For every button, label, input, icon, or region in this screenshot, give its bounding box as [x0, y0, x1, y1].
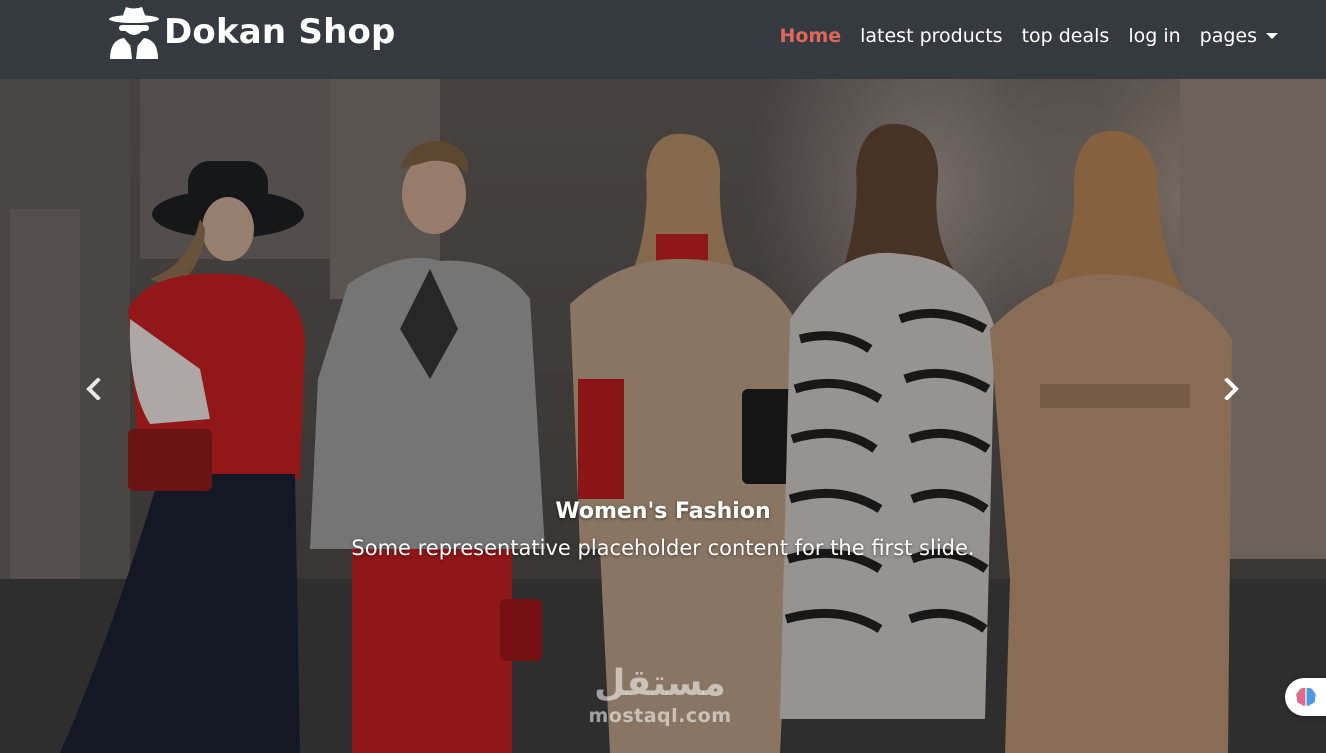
nav-home[interactable]: Home [779, 25, 841, 47]
brain-icon [1296, 687, 1316, 706]
hero-dim-overlay [0, 79, 1326, 753]
brand-link[interactable]: Dokan Shop [108, 4, 396, 60]
chevron-left-icon [86, 378, 101, 400]
slide-title: Women's Fashion [555, 499, 771, 524]
top-navbar: Dokan Shop Home latest products top deal… [0, 0, 1326, 79]
nav-pages-label: pages [1199, 25, 1257, 47]
chevron-right-icon [1224, 378, 1239, 400]
caret-down-icon [1266, 33, 1278, 39]
chat-widget-button[interactable] [1285, 678, 1326, 716]
slide-description: Some representative placeholder content … [351, 536, 975, 560]
hero-carousel: Women's Fashion Some representative plac… [0, 79, 1326, 753]
main-nav: Home latest products top deals log in pa… [779, 22, 1278, 50]
watermark-arabic: مستقل [594, 663, 726, 704]
nav-pages-dropdown[interactable]: pages [1200, 25, 1278, 47]
nav-latest-products[interactable]: latest products [860, 25, 1002, 47]
carousel-prev-button[interactable] [74, 369, 114, 409]
spy-icon [109, 7, 159, 59]
carousel-next-button[interactable] [1211, 369, 1251, 409]
watermark: مستقل mostaql.com [570, 664, 750, 728]
watermark-latin: mostaql.com [588, 705, 732, 727]
brand-name: Dokan Shop [164, 12, 396, 52]
carousel-caption: Women's Fashion Some representative plac… [0, 499, 1326, 560]
nav-top-deals[interactable]: top deals [1022, 25, 1110, 47]
nav-log-in[interactable]: log in [1128, 25, 1180, 47]
